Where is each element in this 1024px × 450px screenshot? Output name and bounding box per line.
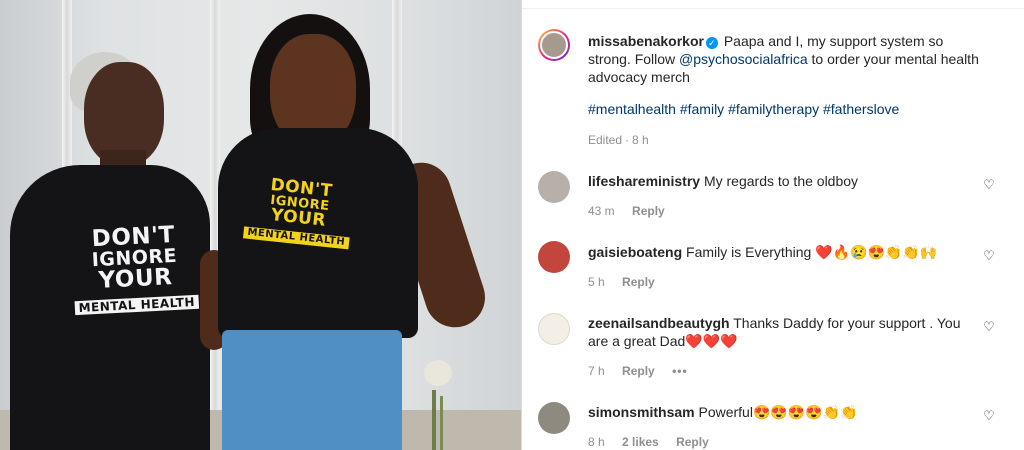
- person-daughter: DON'T IGNORE YOUR MENTAL HEALTH: [190, 0, 520, 450]
- father-shirt-print: DON'T IGNORE YOUR MENTAL HEALTH: [68, 222, 202, 318]
- hashtags-link[interactable]: #mentalhealth #family #familytherapy #fa…: [588, 101, 899, 117]
- caption-mention[interactable]: @psychosocialafrica: [679, 51, 808, 67]
- avatar[interactable]: [538, 171, 570, 203]
- caption-username[interactable]: missabenakorkor: [588, 33, 704, 49]
- post-caption: missabenakorkor ✓ Paapa and I, my support…: [588, 32, 988, 86]
- daughter-shirt-print: DON'T IGNORE YOUR MENTAL HEALTH: [231, 173, 367, 250]
- comment-time[interactable]: 5 h: [588, 275, 605, 289]
- comment-time[interactable]: 7 h: [588, 364, 605, 378]
- post-photo: DON'T IGNORE YOUR MENTAL HEALTH DON'T IG…: [0, 0, 521, 450]
- comment-meta: 43 m Reply: [588, 204, 679, 218]
- heart-outline-icon[interactable]: ♡: [982, 409, 996, 423]
- reply-button[interactable]: Reply: [632, 204, 665, 218]
- comment-username[interactable]: zeenailsandbeautygh: [588, 315, 730, 331]
- comment-text: My regards to the oldboy: [703, 173, 859, 189]
- heart-outline-icon[interactable]: ♡: [982, 320, 996, 334]
- reply-button[interactable]: Reply: [622, 364, 655, 378]
- reply-button[interactable]: Reply: [622, 275, 655, 289]
- comment-time[interactable]: 8 h: [588, 435, 605, 449]
- reply-button[interactable]: Reply: [676, 435, 709, 449]
- comment-username[interactable]: simonsmithsam: [588, 404, 695, 420]
- comment-time[interactable]: 43 m: [588, 204, 615, 218]
- avatar[interactable]: [538, 402, 570, 434]
- edited-label: Edited: [588, 133, 623, 147]
- more-options-icon[interactable]: •••: [672, 364, 688, 378]
- comment-username[interactable]: gaisieboateng: [588, 244, 682, 260]
- comment: lifeshareministry My regards to the oldb…: [588, 172, 988, 190]
- avatar[interactable]: [538, 313, 570, 345]
- comment: zeenailsandbeautygh Thanks Daddy for you…: [588, 314, 968, 350]
- comment: gaisieboateng Family is Everything ❤️🔥😢😍…: [588, 243, 988, 261]
- comments-panel[interactable]: missabenakorkor ✓ Paapa and I, my support…: [522, 0, 1024, 450]
- avatar[interactable]: [538, 241, 570, 273]
- comment-text: Family is Everything ❤️🔥😢😍👏👏🙌: [686, 244, 938, 260]
- likes-count[interactable]: 2 likes: [622, 435, 659, 449]
- comment-username[interactable]: lifeshareministry: [588, 173, 700, 189]
- verified-badge-icon: ✓: [705, 37, 718, 49]
- comment-text: Powerful😍😍😍😍👏👏: [698, 404, 858, 420]
- comment-meta: 5 h Reply: [588, 275, 669, 289]
- comment: simonsmithsam Powerful😍😍😍😍👏👏: [588, 403, 988, 421]
- caption-time[interactable]: 8 h: [632, 133, 649, 147]
- caption-meta: Edited · 8 h: [588, 133, 649, 147]
- comment-meta: 7 h Reply •••: [588, 364, 702, 378]
- heart-outline-icon[interactable]: ♡: [982, 249, 996, 263]
- avatar[interactable]: [538, 29, 570, 61]
- caption-hashtags: #mentalhealth #family #familytherapy #fa…: [588, 100, 988, 118]
- comment-meta: 8 h 2 likes Reply: [588, 435, 723, 449]
- denim-skirt: [222, 330, 402, 450]
- heart-outline-icon[interactable]: ♡: [982, 178, 996, 192]
